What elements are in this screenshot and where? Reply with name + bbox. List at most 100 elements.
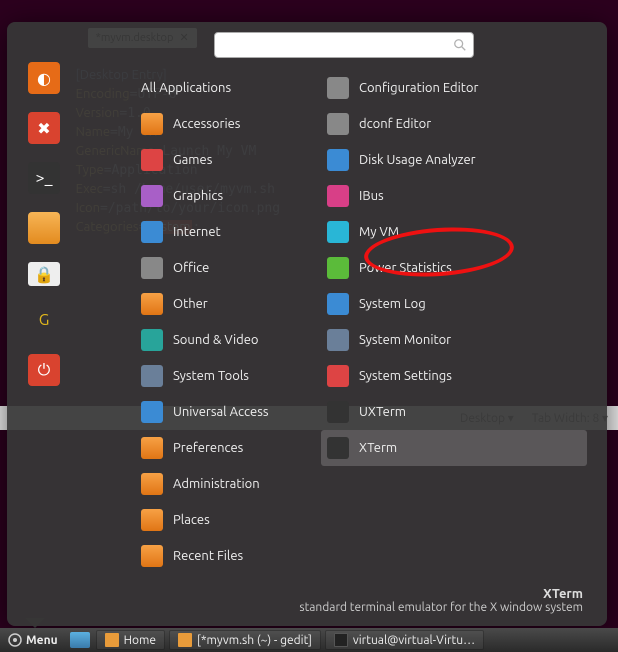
category-label: Graphics [173, 189, 223, 203]
category-label: Administration [173, 477, 260, 491]
category-label: Accessories [173, 117, 240, 131]
app-system-settings[interactable]: System Settings [321, 358, 587, 394]
app-icon [327, 437, 349, 459]
app-icon [327, 77, 349, 99]
search-input[interactable] [221, 38, 453, 52]
app-label: Power Statistics [359, 261, 452, 275]
category-universal-access[interactable]: Universal Access [141, 394, 311, 430]
launcher-lock[interactable]: 🔒 [28, 262, 60, 286]
tooltip-description: standard terminal emulator for the X win… [91, 601, 583, 614]
app-uxterm[interactable]: UXTerm [321, 394, 587, 430]
app-label: dconf Editor [359, 117, 431, 131]
launcher-google[interactable]: G [28, 304, 60, 336]
category-internet[interactable]: Internet [141, 214, 311, 250]
category-label: Games [173, 153, 212, 167]
app-label: Configuration Editor [359, 81, 478, 95]
app-my-vm[interactable]: My VM [321, 214, 587, 250]
category-icon [141, 365, 163, 387]
category-all-applications[interactable]: All Applications [141, 70, 311, 106]
app-label: Disk Usage Analyzer [359, 153, 476, 167]
task-label: Home [124, 634, 156, 647]
category-icon [141, 473, 163, 495]
app-icon [327, 257, 349, 279]
app-icon [327, 293, 349, 315]
launcher-firefox[interactable]: ◐ [28, 62, 60, 94]
app-tooltip: XTerm standard terminal emulator for the… [91, 581, 597, 618]
search-icon [453, 38, 467, 52]
search-box[interactable] [214, 32, 474, 58]
taskbar-task[interactable]: Home [96, 630, 165, 650]
category-preferences[interactable]: Preferences [141, 430, 311, 466]
app-label: System Settings [359, 369, 452, 383]
category-recent-files[interactable]: Recent Files [141, 538, 311, 574]
app-label: System Log [359, 297, 426, 311]
app-system-log[interactable]: System Log [321, 286, 587, 322]
category-accessories[interactable]: Accessories [141, 106, 311, 142]
task-label: virtual@virtual-Virtu… [353, 634, 475, 647]
app-label: IBus [359, 189, 384, 203]
app-label: System Monitor [359, 333, 451, 347]
app-dconf-editor[interactable]: dconf Editor [321, 106, 587, 142]
task-label: [*myvm.sh (~) - gedit] [197, 634, 312, 647]
launcher-terminal[interactable]: >_ [28, 162, 60, 194]
app-label: XTerm [359, 441, 397, 455]
category-icon [141, 329, 163, 351]
app-label: UXTerm [359, 405, 406, 419]
app-label: My VM [359, 225, 399, 239]
taskbar-task[interactable]: [*myvm.sh (~) - gedit] [169, 630, 321, 650]
show-desktop-button[interactable] [70, 632, 90, 648]
category-label: Other [173, 297, 208, 311]
app-icon [327, 221, 349, 243]
category-icon [141, 257, 163, 279]
app-icon [327, 365, 349, 387]
taskbar-panel: Menu Home [*myvm.sh (~) - gedit] virtual@v… [0, 628, 618, 652]
app-system-monitor[interactable]: System Monitor [321, 322, 587, 358]
app-configuration-editor[interactable]: Configuration Editor [321, 70, 587, 106]
category-icon [141, 185, 163, 207]
category-label: Sound & Video [173, 333, 259, 347]
app-icon [327, 113, 349, 135]
launcher-power[interactable]: ⏻ [28, 354, 60, 386]
category-label: Internet [173, 225, 221, 239]
app-disk-usage-analyzer[interactable]: Disk Usage Analyzer [321, 142, 587, 178]
app-icon [327, 401, 349, 423]
menu-icon [8, 633, 22, 647]
menu-button[interactable]: Menu [0, 628, 66, 652]
task-icon [105, 633, 119, 647]
category-places[interactable]: Places [141, 502, 311, 538]
category-label: Places [173, 513, 210, 527]
application-list: Configuration Editor dconf Editor Disk Usa… [311, 66, 597, 581]
app-ibus[interactable]: IBus [321, 178, 587, 214]
favorites-column: ◐ ✖ >_ 🔒 G ⏻ [7, 22, 81, 626]
category-label: Office [173, 261, 209, 275]
category-administration[interactable]: Administration [141, 466, 311, 502]
category-icon [141, 113, 163, 135]
category-label: Recent Files [173, 549, 243, 563]
category-list: All Applications Accessories Games Graphic… [91, 66, 311, 581]
app-icon [327, 329, 349, 351]
category-other[interactable]: Other [141, 286, 311, 322]
task-icon [178, 633, 192, 647]
category-icon [141, 149, 163, 171]
taskbar-task[interactable]: virtual@virtual-Virtu… [325, 630, 484, 650]
category-games[interactable]: Games [141, 142, 311, 178]
category-icon [141, 401, 163, 423]
tooltip-title: XTerm [91, 587, 583, 601]
launcher-settings[interactable]: ✖ [28, 112, 60, 144]
category-label: Universal Access [173, 405, 268, 419]
category-graphics[interactable]: Graphics [141, 178, 311, 214]
category-icon [141, 437, 163, 459]
app-xterm[interactable]: XTerm [321, 430, 587, 466]
app-icon [327, 149, 349, 171]
category-system-tools[interactable]: System Tools [141, 358, 311, 394]
task-icon [334, 633, 348, 647]
app-power-statistics[interactable]: Power Statistics [321, 250, 587, 286]
category-sound-video[interactable]: Sound & Video [141, 322, 311, 358]
launcher-folder[interactable] [28, 212, 60, 244]
app-icon [327, 185, 349, 207]
category-office[interactable]: Office [141, 250, 311, 286]
category-icon [141, 509, 163, 531]
category-icon [141, 293, 163, 315]
application-menu-popup: ◐ ✖ >_ 🔒 G ⏻ All Applications Accessories Game… [7, 22, 607, 626]
category-label: System Tools [173, 369, 249, 383]
